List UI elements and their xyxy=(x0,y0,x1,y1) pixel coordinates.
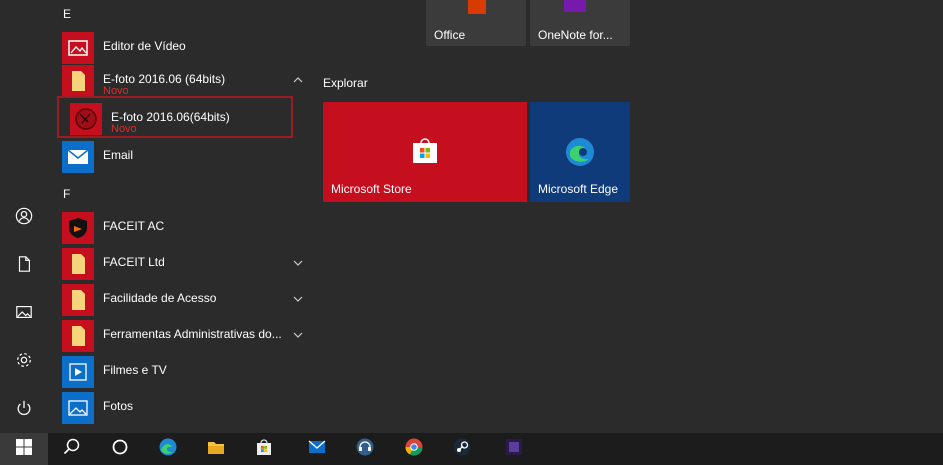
start-left-rail xyxy=(0,0,48,433)
taskbar-edge[interactable] xyxy=(144,433,192,465)
list-item-efoto-folder[interactable]: E-foto 2016.06 (64bits) Novo xyxy=(62,63,310,97)
edge-icon xyxy=(564,136,596,173)
taskbar-store[interactable] xyxy=(240,433,288,465)
new-badge: Novo xyxy=(111,123,137,135)
list-item-editor-de-video[interactable]: Editor de Vídeo xyxy=(62,30,310,64)
video-editor-icon xyxy=(62,32,94,64)
settings-icon xyxy=(15,351,33,374)
taskbar-faceit[interactable] xyxy=(341,433,389,465)
pictures-icon xyxy=(15,303,33,326)
chevron-up-icon[interactable] xyxy=(292,73,304,85)
faceit-shield-icon xyxy=(62,212,94,244)
taskbar-file-explorer[interactable] xyxy=(192,433,240,465)
folder-icon xyxy=(62,320,94,352)
office-icon xyxy=(468,0,486,14)
tile-office[interactable]: Office xyxy=(426,0,526,46)
list-item-faceit-ltd[interactable]: FACEIT Ltd xyxy=(62,246,310,280)
tile-group-title[interactable]: Explorar xyxy=(323,76,368,90)
list-item-efoto-app[interactable]: E-foto 2016.06(64bits) Novo xyxy=(70,101,290,135)
store-icon xyxy=(254,437,274,462)
documents-button[interactable] xyxy=(0,244,48,288)
tile-label: Microsoft Store xyxy=(331,182,412,196)
chevron-down-icon[interactable] xyxy=(292,328,304,340)
document-icon xyxy=(15,255,33,278)
list-item-filmes-e-tv[interactable]: Filmes e TV xyxy=(62,354,310,388)
app-label: E-foto 2016.06(64bits) xyxy=(111,110,230,124)
mail-icon xyxy=(307,437,327,462)
user-account-button[interactable] xyxy=(0,196,48,240)
start-button[interactable] xyxy=(0,433,48,465)
tile-label: Microsoft Edge xyxy=(538,182,619,196)
taskbar-steam[interactable] xyxy=(438,433,486,465)
power-icon xyxy=(15,399,33,422)
app-label: Email xyxy=(103,148,134,162)
search-icon xyxy=(62,437,82,462)
chevron-down-icon[interactable] xyxy=(292,256,304,268)
letter-header-f[interactable]: F xyxy=(63,187,70,201)
folder-icon xyxy=(62,65,94,97)
tile-microsoft-edge[interactable]: Microsoft Edge xyxy=(530,102,630,202)
folder-icon xyxy=(62,248,94,280)
file-explorer-icon xyxy=(206,437,226,462)
tile-microsoft-store[interactable]: Microsoft Store xyxy=(323,102,527,202)
folder-icon xyxy=(62,284,94,316)
taskbar-app[interactable] xyxy=(490,433,538,465)
list-item-facilidade-de-acesso[interactable]: Facilidade de Acesso xyxy=(62,282,310,316)
efoto-icon xyxy=(70,103,102,135)
taskbar xyxy=(0,433,943,465)
cortana-icon xyxy=(110,437,130,462)
movies-icon xyxy=(62,356,94,388)
steam-icon xyxy=(452,437,472,462)
cortana-button[interactable] xyxy=(96,433,144,465)
edge-icon xyxy=(158,437,178,462)
pictures-button[interactable] xyxy=(0,292,48,336)
onenote-icon xyxy=(564,0,586,12)
app-label: Filmes e TV xyxy=(103,363,167,377)
power-button[interactable] xyxy=(0,388,48,432)
store-bag-icon xyxy=(409,134,441,171)
list-item-faceit-ac[interactable]: FACEIT AC xyxy=(62,210,310,244)
list-item-fotos[interactable]: Fotos xyxy=(62,390,310,424)
chrome-icon xyxy=(404,437,424,462)
app-label: Fotos xyxy=(103,399,134,413)
app-list: E Editor de Vídeo E-foto 2016.06 (64bits… xyxy=(48,0,310,433)
settings-button[interactable] xyxy=(0,340,48,384)
photos-icon xyxy=(62,392,94,424)
letter-header-e[interactable]: E xyxy=(63,7,71,21)
chevron-down-icon[interactable] xyxy=(292,292,304,304)
user-icon xyxy=(15,207,33,230)
tile-onenote[interactable]: OneNote for... xyxy=(530,0,630,46)
list-item-ferramentas-administrativas[interactable]: Ferramentas Administrativas do... xyxy=(62,318,310,352)
app-label: FACEIT Ltd xyxy=(103,255,165,269)
app-label: Facilidade de Acesso xyxy=(103,291,217,305)
faceit-icon xyxy=(355,437,375,462)
app-label: Editor de Vídeo xyxy=(103,39,186,53)
tile-label: Office xyxy=(434,28,466,42)
mail-icon xyxy=(62,141,94,173)
tile-label: OneNote for... xyxy=(538,28,613,42)
app-label: Ferramentas Administrativas do... xyxy=(103,327,282,341)
taskbar-search-button[interactable] xyxy=(48,433,96,465)
list-item-email[interactable]: Email xyxy=(62,139,310,173)
taskbar-chrome[interactable] xyxy=(390,433,438,465)
app-label: E-foto 2016.06 (64bits) xyxy=(103,72,226,86)
taskbar-mail[interactable] xyxy=(293,433,341,465)
app-label: FACEIT AC xyxy=(103,219,165,233)
windows-start-icon xyxy=(14,437,34,462)
app-icon xyxy=(504,437,524,462)
